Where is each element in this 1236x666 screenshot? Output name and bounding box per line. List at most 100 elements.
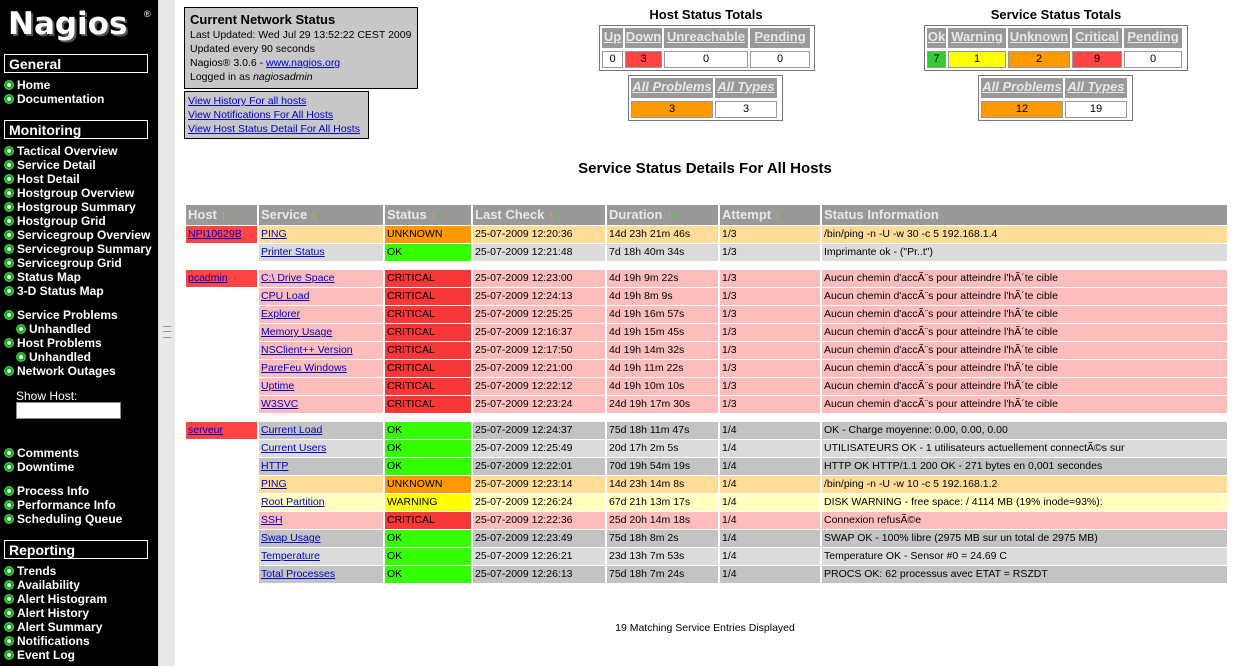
view-notifications-link[interactable]: View Notifications For All Hosts [188, 108, 365, 122]
host-link[interactable]: serveur [188, 424, 223, 436]
nav-link-3-d-status-map[interactable]: 3-D Status Map [4, 284, 104, 298]
nav-link-performance-info[interactable]: Performance Info [4, 498, 116, 512]
nav-link-event-log[interactable]: Event Log [4, 648, 75, 662]
service_totals-all-problems-link[interactable]: All Problems [981, 78, 1063, 98]
service-link[interactable]: SSH [261, 514, 283, 526]
cell-service[interactable]: Memory Usage [259, 324, 383, 341]
nav-link-host-detail[interactable]: Host Detail [4, 172, 80, 186]
nagios-logo[interactable]: Nagios ® [8, 6, 151, 46]
service-link[interactable]: Root Partition [261, 496, 325, 508]
service_totals-header-unknown[interactable]: Unknown [1008, 28, 1070, 48]
service-link[interactable]: HTTP [261, 460, 288, 472]
sort-descending-icon[interactable]: ↓ [672, 210, 678, 222]
service-link[interactable]: CPU Load [261, 290, 309, 302]
service_totals-header-pending[interactable]: Pending [1124, 28, 1182, 48]
nav-link-network-outages[interactable]: Network Outages [4, 364, 116, 378]
nav-link-unhandled-sub[interactable]: Unhandled [16, 322, 91, 336]
nav-link-comments[interactable]: Comments [4, 446, 79, 460]
nav-link-documentation[interactable]: Documentation [4, 92, 104, 106]
nav-link-alert-summary[interactable]: Alert Summary [4, 620, 102, 634]
service_totals-header-critical[interactable]: Critical [1072, 28, 1122, 48]
host_totals-header-up[interactable]: Up [602, 28, 623, 48]
view-history-link[interactable]: View History For all hosts [188, 94, 365, 108]
view-host-status-link[interactable]: View Host Status Detail For All Hosts [188, 122, 365, 136]
sort-descending-icon[interactable]: ↓ [554, 210, 560, 222]
cell-service[interactable]: PING [259, 226, 383, 243]
nav-link-service-detail[interactable]: Service Detail [4, 158, 96, 172]
nav-link-downtime[interactable]: Downtime [4, 460, 74, 474]
nav-link-hostgroup-summary[interactable]: Hostgroup Summary [4, 200, 136, 214]
cell-service[interactable]: NSClient++ Version [259, 342, 383, 359]
nav-link-servicegroup-grid[interactable]: Servicegroup Grid [4, 256, 122, 270]
cell-service[interactable]: Current Load [259, 422, 383, 439]
service-link[interactable]: PING [261, 478, 287, 490]
show-host-input[interactable] [16, 402, 121, 419]
service-link[interactable]: NSClient++ Version [261, 344, 353, 356]
nav-link-availability[interactable]: Availability [4, 578, 80, 592]
service_totals-header-warning[interactable]: Warning [948, 28, 1006, 48]
nav-link-process-info[interactable]: Process Info [4, 484, 89, 498]
cell-host[interactable]: serveur [186, 422, 257, 439]
nav-link-trends[interactable]: Trends [4, 564, 56, 578]
cell-host[interactable]: pcadmin [186, 270, 257, 287]
nav-link-home[interactable]: Home [4, 78, 50, 92]
service_totals-all-types-link[interactable]: All Types [1065, 78, 1127, 98]
cell-host[interactable]: NPI10629B [186, 226, 257, 243]
nav-link-status-map[interactable]: Status Map [4, 270, 81, 284]
service-link[interactable]: PING [261, 228, 287, 240]
service-link[interactable]: PareFeu Windows [261, 362, 347, 374]
host_totals-header-pending[interactable]: Pending [750, 28, 810, 48]
nav-link-servicegroup-overview[interactable]: Servicegroup Overview [4, 228, 150, 242]
cell-service[interactable]: PareFeu Windows [259, 360, 383, 377]
cell-service[interactable]: Temperature [259, 548, 383, 565]
nav-link-tactical-overview[interactable]: Tactical Overview [4, 144, 118, 158]
host_totals-header-unreachable[interactable]: Unreachable [664, 28, 748, 48]
cell-service[interactable]: Root Partition [259, 494, 383, 511]
host_totals-all-problems-link[interactable]: All Problems [631, 78, 713, 98]
host_totals-all-types-link[interactable]: All Types [715, 78, 777, 98]
host-link[interactable]: pcadmin [188, 272, 228, 284]
host-link[interactable]: NPI10629B [188, 228, 242, 240]
nav-link-servicegroup-summary[interactable]: Servicegroup Summary [4, 242, 152, 256]
cell-service[interactable]: CPU Load [259, 288, 383, 305]
cell-service[interactable]: W3SVC [259, 396, 383, 413]
nav-link-service-problems[interactable]: Service Problems [4, 308, 118, 322]
nav-link-alert-histogram[interactable]: Alert Histogram [4, 592, 107, 606]
cell-service[interactable]: Swap Usage [259, 530, 383, 547]
service-link[interactable]: Swap Usage [261, 532, 321, 544]
service-link[interactable]: Uptime [261, 380, 294, 392]
service-link[interactable]: Current Load [261, 424, 322, 436]
service-link[interactable]: C:\ Drive Space [261, 272, 335, 284]
nagios-org-link[interactable]: www.nagios.org [266, 57, 340, 69]
service-link[interactable]: W3SVC [261, 398, 298, 410]
nav-link-host-problems[interactable]: Host Problems [4, 336, 102, 350]
cell-service[interactable]: Current Users [259, 440, 383, 457]
cell-service[interactable]: SSH [259, 512, 383, 529]
service-link[interactable]: Current Users [261, 442, 326, 454]
sort-descending-icon[interactable]: ↓ [436, 210, 442, 222]
service-link[interactable]: Explorer [261, 308, 300, 320]
cell-service[interactable]: PING [259, 476, 383, 493]
sort-descending-icon[interactable]: ↓ [226, 210, 232, 222]
cell-service[interactable]: Explorer [259, 306, 383, 323]
nav-link-unhandled-sub[interactable]: Unhandled [16, 350, 91, 364]
nav-link-alert-history[interactable]: Alert History [4, 606, 89, 620]
service-link[interactable]: Total Processes [261, 568, 335, 580]
nav-link-hostgroup-grid[interactable]: Hostgroup Grid [4, 214, 106, 228]
nav-link-scheduling-queue[interactable]: Scheduling Queue [4, 512, 122, 526]
nav-scrollbar[interactable] [158, 0, 175, 666]
nav-link-hostgroup-overview[interactable]: Hostgroup Overview [4, 186, 134, 200]
cell-service[interactable]: Printer Status [259, 244, 383, 261]
scrollbar-grip-icon[interactable] [163, 326, 171, 338]
cell-service[interactable]: Uptime [259, 378, 383, 395]
cell-service[interactable]: C:\ Drive Space [259, 270, 383, 287]
nav-link-notifications[interactable]: Notifications [4, 634, 90, 648]
cell-service[interactable]: HTTP [259, 458, 383, 475]
sort-descending-icon[interactable]: ↓ [781, 210, 787, 222]
sort-descending-icon[interactable]: ↓ [317, 210, 323, 222]
service-link[interactable]: Temperature [261, 550, 320, 562]
service-link[interactable]: Printer Status [261, 246, 325, 258]
service-link[interactable]: Memory Usage [261, 326, 332, 338]
cell-service[interactable]: Total Processes [259, 566, 383, 583]
host_totals-header-down[interactable]: Down [625, 28, 662, 48]
